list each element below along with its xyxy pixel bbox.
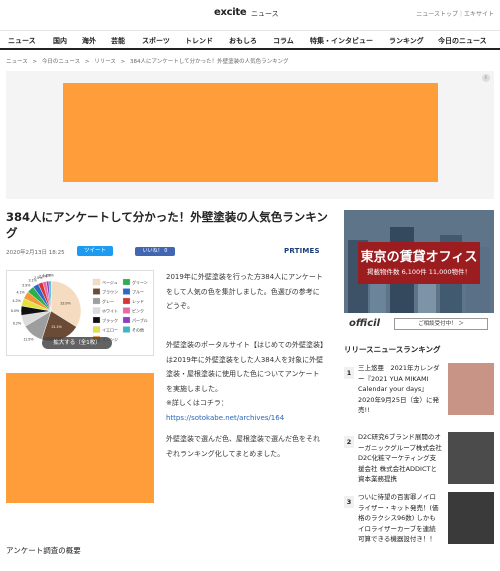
legend-label: ホワイト xyxy=(102,309,118,314)
breadcrumb-separator: > xyxy=(32,59,38,65)
ad-title: 東京の賃貸オフィス xyxy=(360,250,478,265)
header-links[interactable]: ニューストップ｜エキサイト xyxy=(416,9,494,18)
site-logo-sub[interactable]: ニュース xyxy=(251,9,279,19)
tweet-button[interactable]: ツイート xyxy=(77,246,113,256)
legend-swatch xyxy=(122,326,131,333)
nav-item-sports[interactable]: スポーツ xyxy=(142,36,170,46)
section-heading: アンケート調査の概要 xyxy=(6,546,81,555)
site-logo[interactable]: excite xyxy=(214,7,247,18)
nav-item-today[interactable]: 今日のニュース xyxy=(438,36,487,46)
legend-label: イエロー xyxy=(102,328,118,333)
pie-label-7: 4.1% xyxy=(16,290,25,294)
article-paragraph-1: 2019年に外壁塗装を行った方384人にアンケートをして人気の色を集計しました。… xyxy=(166,273,323,310)
pie-label-3: 11.5% xyxy=(24,338,35,342)
breadcrumb-release[interactable]: リリース xyxy=(94,59,116,65)
nav-item-funny[interactable]: おもしろ xyxy=(229,36,257,46)
legend-swatch xyxy=(92,316,101,324)
pie-label-1: 33.9% xyxy=(60,302,71,306)
legend-swatch xyxy=(122,307,131,314)
rank-number: 2 xyxy=(344,436,354,448)
rank-title[interactable]: 三上悠亜 2021年カレンダー『2021 YUA MIKAMI Calendar… xyxy=(358,363,442,416)
nav-item-domestic[interactable]: 国内 xyxy=(53,36,67,46)
sidebar-ad[interactable]: 東京の賃貸オフィス 掲載物件数 6,100件 11,000物件！ officil… xyxy=(344,210,494,335)
source-logo[interactable]: PRTIMES xyxy=(284,247,320,255)
breadcrumb-separator: > xyxy=(120,59,126,65)
facebook-like-button[interactable]: いいね！ 0 xyxy=(135,247,175,256)
breadcrumb-today[interactable]: 今日のニュース xyxy=(42,59,80,65)
ad-logo: officil xyxy=(349,318,381,329)
article-link[interactable]: https://sotokabe.net/archives/164 xyxy=(166,414,284,422)
pie-label-8: 3.9% xyxy=(22,283,31,287)
nav-item-interview[interactable]: 特集・インタビュー xyxy=(310,36,373,46)
breadcrumb-current: 384人にアンケートして分かった！外壁塗装の人気色ランキング xyxy=(130,59,289,65)
global-nav: ニュース 国内 海外 芸能 スポーツ トレンド おもしろ コラム 特集・インタビ… xyxy=(0,30,500,50)
legend-label: パープル xyxy=(132,317,148,323)
pie-label-4: 6.2% xyxy=(13,321,22,325)
pie-label-2: 21.1% xyxy=(52,325,63,329)
rank-thumbnail[interactable] xyxy=(448,432,494,484)
top-ad-banner[interactable] xyxy=(63,83,438,182)
rank-number: 1 xyxy=(344,367,354,379)
pie-label-6: 4.2% xyxy=(13,299,22,303)
article-date: 2020年2月13日 18:25 xyxy=(6,250,65,256)
top-ad-area: i xyxy=(6,71,494,199)
legend-swatch xyxy=(122,297,131,305)
nav-item-column[interactable]: コラム xyxy=(273,36,294,46)
rank-number: 3 xyxy=(344,496,354,508)
legend-label: ピンク xyxy=(132,308,144,314)
nav-item-trend[interactable]: トレンド xyxy=(185,36,213,46)
ranking-item[interactable]: 3 ついに待望の百害罪ノイロライザー・キット発売！(価格のラクシス96数) しか… xyxy=(344,492,494,550)
legend-swatch xyxy=(122,278,131,286)
legend-label: レッド xyxy=(132,299,144,304)
legend-swatch xyxy=(92,278,101,286)
ranking-item[interactable]: 2 D2C研究6ブランド展開のオーガニックグループ株式会社D2C化粧マーケティン… xyxy=(344,432,494,490)
rank-title[interactable]: D2C研究6ブランド展開のオーガニックグループ株式会社D2C化粧マーケティング支… xyxy=(358,432,442,485)
article-paragraph-2: 外壁塗装のポータルサイト【はじめての外壁塗装】は2019年に外壁塗装をした人38… xyxy=(166,341,324,393)
breadcrumb: ニュース > 今日のニュース > リリース > 384人にアンケートして分かった… xyxy=(6,57,291,65)
legend-label: ブルー xyxy=(132,289,144,295)
legend-label: グレー xyxy=(102,298,114,304)
rank-thumbnail[interactable] xyxy=(448,363,494,415)
legend-swatch xyxy=(92,326,101,333)
article-ad-image[interactable] xyxy=(6,373,154,503)
enlarge-image-button[interactable]: 拡大する（全1枚） xyxy=(42,337,112,349)
legend-label: ベージュ xyxy=(102,280,118,285)
legend-label: ブラウン xyxy=(102,289,118,295)
ad-banner-box: 東京の賃貸オフィス 掲載物件数 6,100件 11,000物件！ xyxy=(358,242,480,284)
legend-swatch xyxy=(92,297,101,305)
rank-thumbnail[interactable] xyxy=(448,492,494,544)
legend-label: ブラック xyxy=(102,317,118,323)
legend-swatch xyxy=(122,316,131,324)
article-paragraph-3: ※詳しくはコチラ： https://sotokabe.net/archives/… xyxy=(166,396,326,425)
rank-title[interactable]: ついに待望の百害罪ノイロライザー・キット発売！(価格のラクシス96数) しかもイ… xyxy=(358,492,442,545)
pie-label-5: 5.0% xyxy=(11,309,20,313)
pie-label-13: 1.2% xyxy=(46,274,55,278)
ranking-item[interactable]: 1 三上悠亜 2021年カレンダー『2021 YUA MIKAMI Calend… xyxy=(344,363,494,421)
ad-footer: officil ご相談受付中！ ＞ xyxy=(344,313,494,335)
ranking-heading: リリースニュースランキング xyxy=(344,345,441,354)
legend-swatch xyxy=(92,307,101,314)
legend-label: その他 xyxy=(132,327,144,333)
ad-cta-button[interactable]: ご相談受付中！ ＞ xyxy=(394,318,488,330)
ad-subtitle: 掲載物件数 6,100件 11,000物件！ xyxy=(367,268,471,276)
nav-item-news[interactable]: ニュース xyxy=(8,36,36,46)
article-paragraph-4: 外壁塗装で選んだ色、屋根塗装で選んだ色をそれぞれランキング化してまとめました。 xyxy=(166,435,320,458)
nav-item-ranking[interactable]: ランキング xyxy=(389,36,424,46)
legend-swatch xyxy=(92,288,101,295)
article-title: 384人にアンケートして分かった！外壁塗装の人気色ランキング xyxy=(6,210,328,240)
breadcrumb-separator: > xyxy=(84,59,90,65)
breadcrumb-news[interactable]: ニュース xyxy=(6,59,28,65)
nav-item-entertainment[interactable]: 芸能 xyxy=(111,36,125,46)
link-prefix: ※詳しくはコチラ： xyxy=(166,399,228,407)
site-header: excite ニュース ニューストップ｜エキサイト xyxy=(0,0,500,30)
legend-swatch xyxy=(122,288,131,295)
nav-item-world[interactable]: 海外 xyxy=(82,36,96,46)
ad-info-icon[interactable]: i xyxy=(482,74,490,82)
legend-label: グリーン xyxy=(132,279,148,285)
